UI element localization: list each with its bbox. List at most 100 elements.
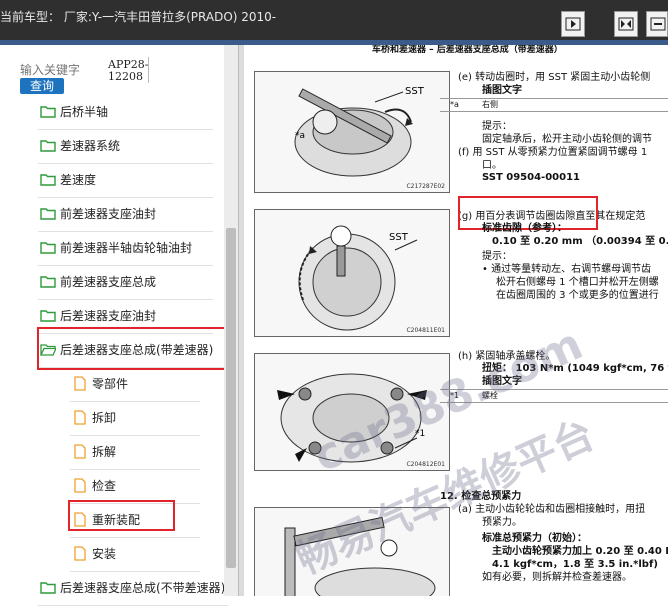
tree-item-rear-diff-carrier-assy-without-diff[interactable]: 后差速器支座总成(不带差速器) bbox=[38, 572, 228, 606]
sub-item-removal[interactable]: 拆卸 bbox=[70, 402, 200, 436]
bearing-cap-illustration: *1 bbox=[277, 373, 427, 463]
caption-a-key: *a bbox=[450, 100, 459, 109]
menu-icon bbox=[650, 17, 666, 31]
figure-sst-dial-indicator: SST C204811E01 bbox=[254, 209, 450, 337]
document-icon bbox=[74, 546, 86, 561]
search-input[interactable] bbox=[18, 61, 106, 79]
fig3-callout: *1 bbox=[415, 429, 425, 439]
tree-item-front-diff-carrier-assy[interactable]: 前差速器支座总成 bbox=[38, 266, 213, 300]
hint-2-text-1: • 通过等量转动左、右调节螺母调节齿 bbox=[482, 264, 652, 275]
top-bar: 当前车型： 厂家:Y-一汽丰田普拉多(PRADO) 2010- bbox=[0, 0, 668, 40]
folder-icon bbox=[40, 276, 56, 288]
play-right-icon bbox=[565, 17, 581, 31]
tree-item-front-diff-carrier-oil-seal[interactable]: 前差速器支座油封 bbox=[38, 198, 213, 232]
document-viewer: 车桥和差速器 – 后差速器支座总成（带差速器） SST *a C217287E0… bbox=[244, 45, 668, 596]
sub-item-label: 拆卸 bbox=[92, 411, 117, 425]
step-f: (f) 用 SST 从零预紧力位置紧固调节螺母 1 bbox=[458, 147, 648, 158]
caption-table-2: *1 螺栓 bbox=[440, 389, 668, 403]
sub-item-components[interactable]: 零部件 bbox=[70, 368, 200, 402]
figure-id: C204811E01 bbox=[406, 327, 445, 334]
sub-item-label: 检查 bbox=[92, 479, 117, 493]
std-backlash-value: 0.10 至 0.20 mm （0.00394 至 0.007 bbox=[492, 236, 668, 247]
menu-button[interactable] bbox=[646, 11, 668, 37]
hint-2: 提示： bbox=[482, 251, 512, 262]
caption-a-text: 右侧 bbox=[482, 100, 498, 109]
split-arrows-icon bbox=[618, 17, 634, 31]
caption-title: 插图文字 bbox=[482, 85, 522, 96]
hint-2-text-3: 在齿圈周围的 3 个或更多的位置进行 bbox=[496, 290, 659, 301]
torque-spec: 扭矩： 103 N*m (1049 kgf*cm, 76 ft. bbox=[482, 363, 668, 374]
figure-preload-check bbox=[254, 507, 450, 596]
std-backlash-label: 标准齿隙（参考）： bbox=[482, 223, 567, 234]
tree-item-label: 后差速器支座油封 bbox=[60, 309, 157, 323]
step-f-2: 口。 bbox=[482, 160, 502, 171]
tree-item-rear-axle-shaft[interactable]: 后桥半轴 bbox=[38, 96, 213, 130]
step-12: 12. 检查总预紧力 bbox=[440, 491, 522, 502]
folder-icon bbox=[40, 140, 56, 152]
figure-bearing-cap-bolts: *1 C204812E01 bbox=[254, 353, 450, 471]
tree-item-label: 前差速器支座油封 bbox=[60, 207, 157, 221]
nav-forward-button[interactable] bbox=[561, 11, 585, 37]
differential-sst-illustration: SST *a bbox=[294, 86, 425, 177]
folder-icon bbox=[40, 106, 56, 118]
tree-item-label: 前差速器半轴齿轮轴油封 bbox=[60, 241, 193, 255]
folder-icon bbox=[40, 242, 56, 254]
sub-item-label: 拆解 bbox=[92, 445, 117, 459]
current-model-label: 当前车型： 厂家:Y-一汽丰田普拉多(PRADO) 2010- bbox=[0, 10, 277, 24]
sub-item-label: 安装 bbox=[92, 547, 117, 561]
caption2-a-text: 螺栓 bbox=[482, 391, 498, 400]
sub-item-inspection[interactable]: 检查 bbox=[70, 470, 200, 504]
step-12-a-2: 预紧力。 bbox=[482, 517, 522, 528]
hint-1: 提示： bbox=[482, 121, 512, 132]
step-h: (h) 紧固轴承盖螺栓。 bbox=[458, 351, 556, 362]
dial-indicator-illustration: SST bbox=[298, 225, 418, 331]
figure-id: C204812E01 bbox=[406, 461, 445, 468]
sub-item-label: 零部件 bbox=[92, 377, 129, 391]
sub-item-disassembly[interactable]: 拆解 bbox=[70, 436, 200, 470]
folder-icon bbox=[40, 208, 56, 220]
fig2-sst-label: SST bbox=[389, 232, 409, 243]
preload-value-1: 主动小齿轮预紧力加上 0.20 至 0.40 N bbox=[492, 546, 668, 557]
document-icon bbox=[74, 478, 86, 493]
app-code: APP28-12208 bbox=[108, 58, 149, 83]
figure-id: C217287E02 bbox=[406, 183, 445, 190]
sidebar-scroll-thumb[interactable] bbox=[226, 228, 236, 568]
step-12-a: (a) 主动小齿轮轮齿和齿圈相接触时，用扭 bbox=[458, 504, 646, 515]
caption2-title: 插图文字 bbox=[482, 376, 522, 387]
folder-icon bbox=[40, 582, 56, 594]
hint-1-text: 固定轴承后，松开主动小齿轮侧的调节 bbox=[482, 134, 652, 145]
expand-button[interactable] bbox=[614, 11, 638, 37]
sst-code: SST 09504-00011 bbox=[482, 172, 580, 183]
step-e: (e) 转动齿圈时，用 SST 紧固主动小齿轮侧 bbox=[458, 72, 651, 83]
divider bbox=[148, 57, 149, 83]
preload-note: 如有必要，则拆解并检查差速器。 bbox=[482, 572, 632, 583]
tree-item-label: 后差速器支座总成(不带差速器) bbox=[60, 581, 226, 595]
tree-item-label: 后桥半轴 bbox=[60, 105, 109, 119]
fig1-sst-label: SST bbox=[405, 86, 425, 97]
tree-item-label: 前差速器支座总成 bbox=[60, 275, 157, 289]
highlight-box bbox=[37, 327, 235, 370]
hint-2-text-2: 松开右侧螺母 1 个槽口并松开左侧螺 bbox=[496, 277, 659, 288]
doc-header: 车桥和差速器 – 后差速器支座总成（带差速器） bbox=[372, 45, 563, 55]
sub-item-installation[interactable]: 安装 bbox=[70, 538, 200, 572]
query-button[interactable]: 查询 bbox=[20, 78, 64, 94]
document-icon bbox=[74, 410, 86, 425]
tree-item-label: 差速器系统 bbox=[60, 139, 121, 153]
sidebar: 查询 APP28-12208 后桥半轴 差速器系统 差速度 前差速器支座油封 前… bbox=[0, 45, 238, 606]
tree-item-differential-system[interactable]: 差速器系统 bbox=[38, 130, 213, 164]
folder-icon bbox=[40, 310, 56, 322]
preload-value-2: 4.1 kgf*cm，1.8 至 3.5 in.*lbf) bbox=[492, 559, 658, 570]
figure-sst-pinion: SST *a C217287E02 bbox=[254, 71, 450, 193]
torque-wrench-illustration bbox=[284, 516, 436, 596]
folder-icon bbox=[40, 174, 56, 186]
std-preload-label: 标准总预紧力（初始）： bbox=[482, 533, 587, 544]
caption2-a-key: *1 bbox=[450, 391, 460, 400]
caption-table: *a 右侧 bbox=[440, 98, 668, 112]
tree-item-front-diff-side-gear-seal[interactable]: 前差速器半轴齿轮轴油封 bbox=[38, 232, 213, 266]
fig1-a-label: *a bbox=[295, 131, 305, 141]
document-icon bbox=[74, 444, 86, 459]
document-icon bbox=[74, 376, 86, 391]
highlight-box bbox=[68, 500, 175, 531]
tree-item-label: 差速度 bbox=[60, 173, 97, 187]
tree-item-differential-speed[interactable]: 差速度 bbox=[38, 164, 213, 198]
